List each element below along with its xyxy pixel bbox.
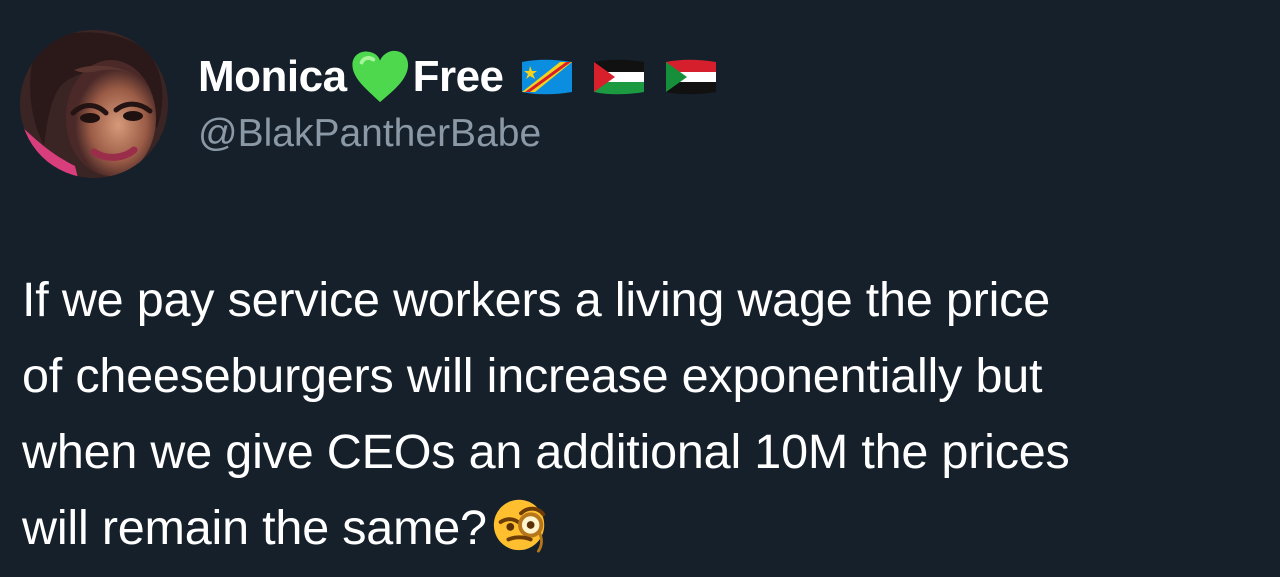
flag-sudan-icon bbox=[662, 57, 720, 97]
user-handle[interactable]: @BlakPantherBabe bbox=[198, 112, 541, 157]
profile-avatar[interactable] bbox=[20, 30, 168, 178]
tweet-card: Monica Free @BlakPantherBabe If we pay s… bbox=[0, 0, 1280, 577]
face-with-monocle-emoji bbox=[489, 492, 551, 554]
tweet-line-1: If we pay service workers a living wage … bbox=[22, 273, 1051, 327]
tweet-line-4: will remain the same? bbox=[22, 490, 1262, 566]
tweet-text: If we pay service workers a living wage … bbox=[22, 262, 1262, 566]
flag-drc-icon bbox=[518, 57, 576, 97]
green-heart-icon bbox=[349, 48, 411, 106]
display-name-row[interactable]: Monica Free bbox=[198, 48, 720, 106]
flag-palestine-icon bbox=[590, 57, 648, 97]
display-name-second[interactable]: Free bbox=[413, 55, 504, 99]
tweet-line-2: of cheeseburgers will increase exponenti… bbox=[22, 349, 1043, 403]
tweet-line-3: when we give CEOs an additional 10M the … bbox=[22, 425, 1070, 479]
display-name-first[interactable]: Monica bbox=[198, 55, 347, 99]
tweet-line-4-text: will remain the same? bbox=[22, 501, 487, 555]
